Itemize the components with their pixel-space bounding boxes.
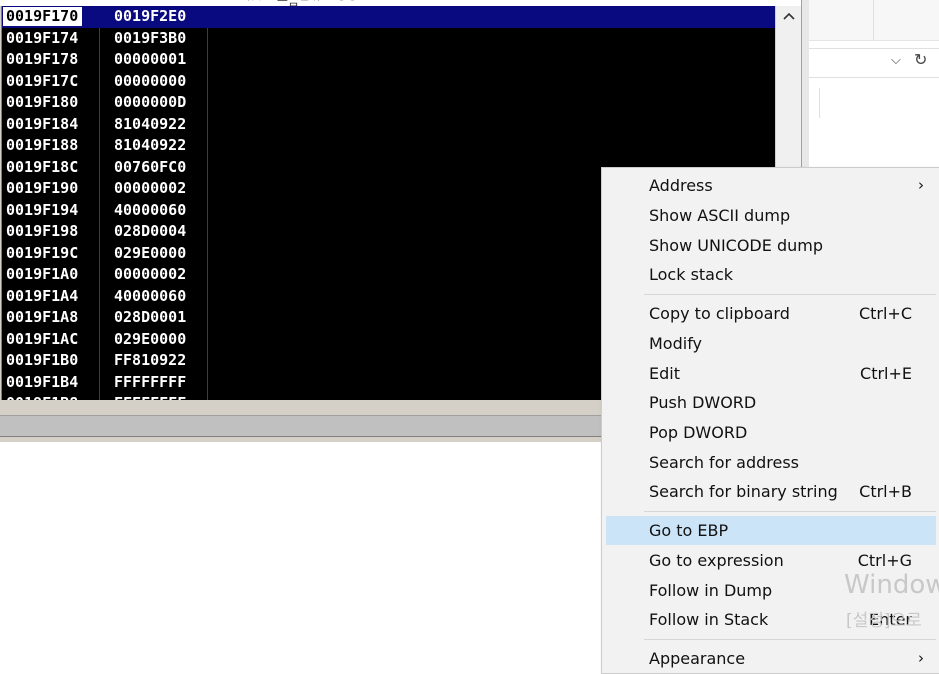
stack-value: 00000002 — [114, 179, 187, 197]
stack-address: 0019F190 — [6, 179, 79, 197]
menu-item-shortcut: Ctrl+B — [859, 482, 912, 501]
menu-item-label: Pop DWORD — [649, 423, 748, 442]
menu-item-appearance[interactable]: Appearance › — [606, 644, 936, 673]
stack-value: 0019F2E0 — [114, 7, 187, 25]
menu-item-show-unicode-dump[interactable]: Show UNICODE dump — [606, 231, 936, 260]
menu-item-label: Search for address — [649, 453, 799, 472]
stack-address: 0019F194 — [6, 200, 79, 219]
stack-value: FF810922 — [114, 351, 187, 369]
stack-address: 0019F1B4 — [6, 372, 79, 391]
stack-value: 0019F3B0 — [114, 28, 187, 47]
stack-value: 029E0000 — [114, 329, 187, 348]
menu-item-search-for-address[interactable]: Search for address — [606, 448, 936, 477]
stack-row[interactable]: 0019F174 0019F3B0 — [2, 28, 775, 50]
menu-item-label: Lock stack — [649, 265, 734, 284]
stack-address: 0019F19C — [6, 243, 79, 262]
stack-row[interactable]: 0019F170 0019F2E0 — [2, 6, 775, 28]
menu-item-label: Show ASCII dump — [649, 206, 791, 225]
divider — [819, 88, 820, 118]
chevron-down-icon[interactable]: ⌵ — [891, 52, 901, 68]
stack-value: 00000000 — [114, 71, 187, 90]
menu-item-edit[interactable]: Edit Ctrl+E — [606, 359, 936, 388]
menu-item-modify[interactable]: Modify — [606, 329, 936, 358]
stack-row[interactable]: 0019F178 00000001 — [2, 49, 775, 71]
stack-address: 0019F1A8 — [6, 308, 79, 326]
stack-row[interactable]: 0019F184 81040922 — [2, 114, 775, 136]
stack-value: 00000001 — [114, 50, 187, 68]
menu-item-label: Search for binary string — [649, 482, 838, 501]
menu-item-shortcut: Ctrl+C — [858, 304, 912, 323]
menu-separator — [644, 511, 936, 512]
stack-address: 0019F178 — [6, 50, 79, 68]
activation-watermark-sub: [설정]으로 — [846, 611, 922, 631]
menu-item-copy-to-clipboard[interactable]: Copy to clipboard Ctrl+C — [606, 299, 936, 328]
chevron-up-icon[interactable] — [776, 6, 802, 28]
stack-value: 81040922 — [114, 136, 187, 154]
stack-address: 0019F1A4 — [6, 286, 79, 305]
menu-item-shortcut: Ctrl+E — [860, 364, 912, 383]
menu-item-label: Go to EBP — [649, 521, 729, 540]
stack-value: FFFFFFFF — [114, 393, 186, 400]
stack-value: 028D0001 — [114, 308, 187, 326]
background-window: ⌵ ↻ — [809, 0, 939, 170]
chevron-right-icon: › — [918, 176, 924, 194]
stack-row[interactable]: 0019F180 0000000D — [2, 92, 775, 114]
menu-item-label: Show UNICODE dump — [649, 236, 823, 255]
stack-value: FFFFFFFF — [114, 372, 187, 391]
refresh-icon[interactable]: ↻ — [914, 50, 927, 70]
stack-value: 81040922 — [114, 114, 187, 133]
menu-item-label: Edit — [649, 364, 680, 383]
stack-address: 0019F1A0 — [6, 265, 79, 283]
stack-address: 0019F18C — [6, 157, 79, 176]
background-tabbar — [809, 0, 939, 41]
menu-item-lock-stack[interactable]: Lock stack — [606, 260, 936, 289]
menu-separator — [644, 294, 936, 295]
stack-value: 028D0004 — [114, 222, 187, 240]
stack-address: 0019F1B8 — [6, 393, 78, 400]
menu-item-search-for-binary-string[interactable]: Search for binary string Ctrl+B — [606, 477, 936, 506]
menu-item-address[interactable]: Address › — [606, 171, 936, 200]
menu-item-label: Address — [649, 176, 713, 195]
stack-address: 0019F180 — [6, 93, 79, 111]
stack-row[interactable]: 0019F17C 00000000 — [2, 71, 775, 93]
stack-address: 0019F17C — [6, 71, 79, 90]
stack-value: 40000060 — [114, 200, 187, 219]
stack-address: 0019F1AC — [6, 329, 79, 348]
stack-address: 0019F184 — [6, 114, 79, 133]
stack-address: 0019F188 — [6, 136, 79, 154]
menu-item-label: Appearance — [649, 649, 746, 668]
menu-separator — [644, 639, 936, 640]
menu-item-show-ascii-dump[interactable]: Show ASCII dump — [606, 201, 936, 230]
menu-item-label: Follow in Dump — [649, 581, 773, 600]
menu-item-label: Push DWORD — [649, 393, 757, 412]
stack-address: 0019F198 — [6, 222, 79, 240]
stack-address: 0019F1B0 — [6, 351, 79, 369]
activation-watermark: Window — [844, 570, 939, 600]
menu-item-label: Modify — [649, 334, 703, 353]
stack-row[interactable]: 0019F188 81040922 — [2, 135, 775, 157]
menu-item-label: Go to expression — [649, 551, 784, 570]
menu-item-label: Copy to clipboard — [649, 304, 790, 323]
menu-item-push-dword[interactable]: Push DWORD — [606, 388, 936, 417]
stack-value: 40000060 — [114, 286, 187, 305]
menu-item-label: Follow in Stack — [649, 610, 769, 629]
stack-address: 0019F170 — [3, 7, 83, 26]
tab-divider — [873, 0, 874, 40]
stack-address: 0019F174 — [6, 28, 79, 47]
chevron-right-icon: › — [918, 649, 924, 667]
stack-value: 00760FC0 — [114, 157, 187, 176]
stack-value: 00000002 — [114, 265, 187, 283]
stack-value: 029E0000 — [114, 243, 187, 262]
menu-item-pop-dword[interactable]: Pop DWORD — [606, 418, 936, 447]
stack-value: 0000000D — [114, 93, 187, 111]
menu-item-go-to-ebp[interactable]: Go to EBP — [606, 516, 936, 545]
